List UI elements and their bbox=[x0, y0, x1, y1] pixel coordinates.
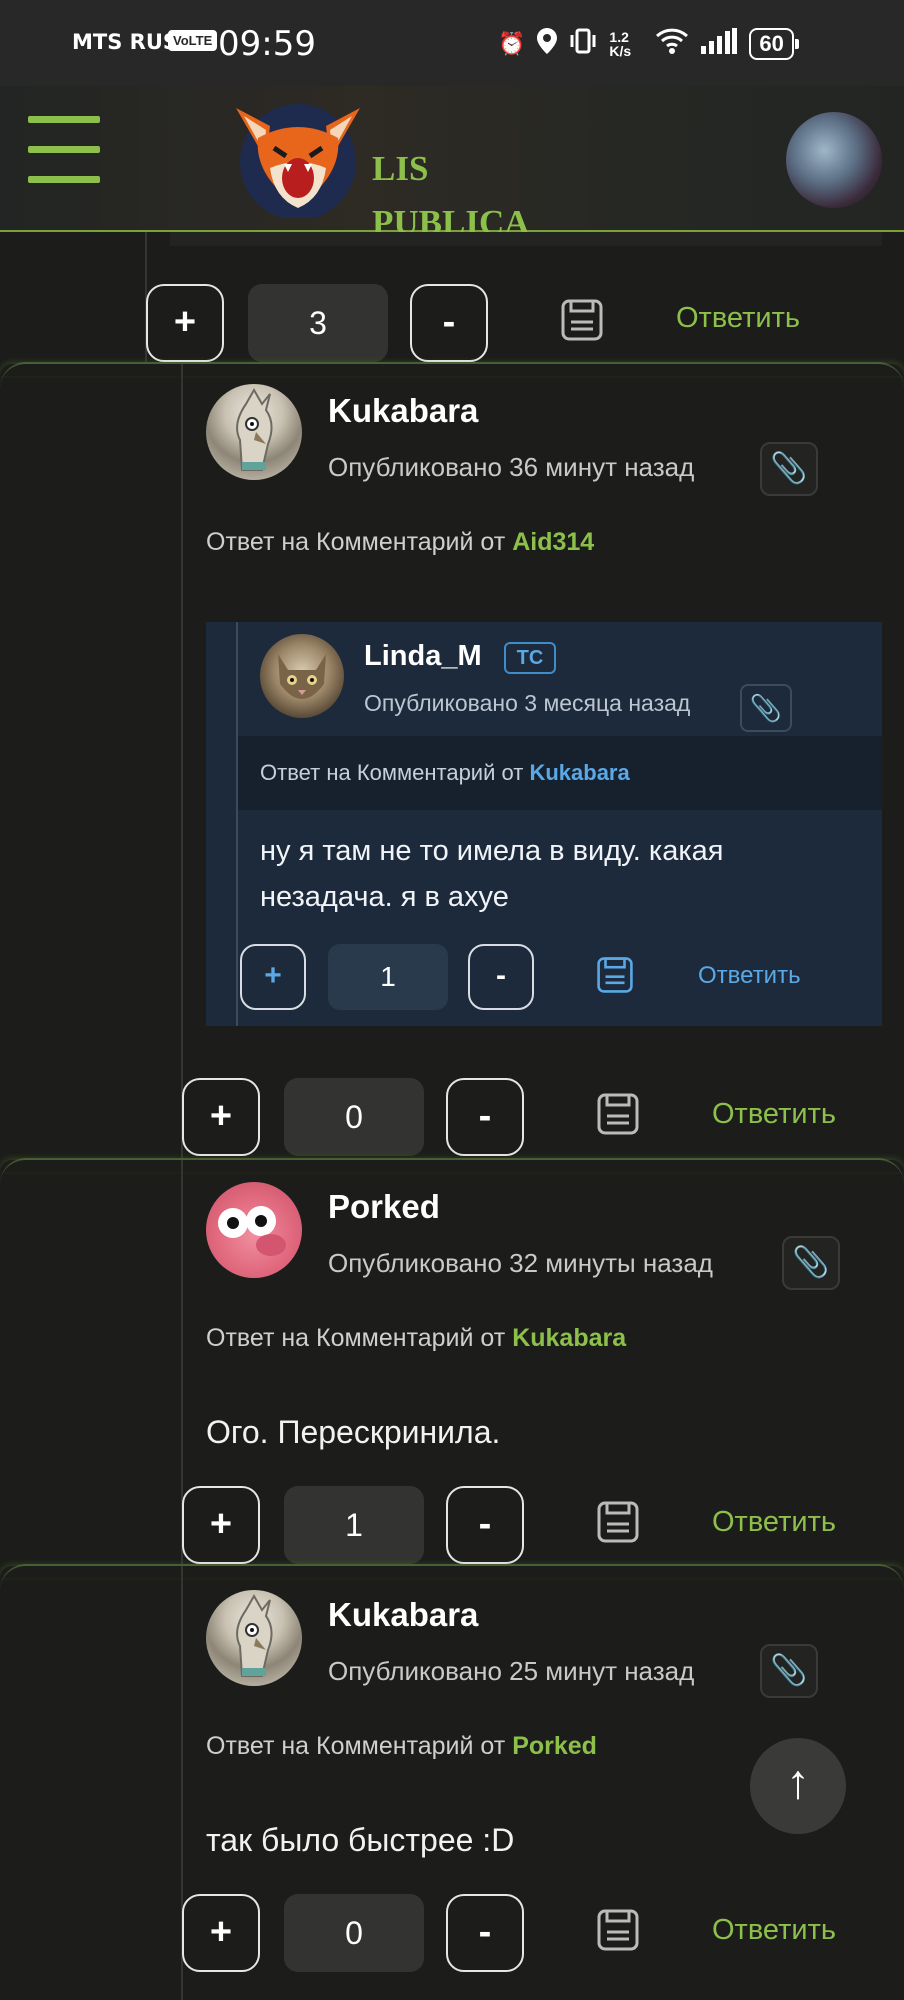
reply-to-line: Ответ на Комментарий от Kukabara bbox=[238, 736, 882, 810]
wifi-icon bbox=[655, 28, 689, 60]
save-icon[interactable] bbox=[596, 1908, 640, 1952]
reply-to-line: Ответ на Комментарий от Porked bbox=[206, 1732, 597, 1760]
upvote-button[interactable]: + bbox=[182, 1486, 260, 1564]
clock: 09:59 bbox=[218, 24, 316, 64]
save-icon[interactable] bbox=[596, 1500, 640, 1544]
reply-to-user-link[interactable]: Porked bbox=[512, 1732, 597, 1760]
avatar[interactable] bbox=[206, 1590, 302, 1686]
prev-comment-tail bbox=[170, 232, 882, 246]
location-icon bbox=[537, 28, 558, 60]
downvote-button[interactable]: - bbox=[410, 284, 488, 362]
downvote-button[interactable]: - bbox=[468, 944, 534, 1010]
paperclip-icon[interactable]: 📎 bbox=[760, 442, 818, 496]
vibrate-icon bbox=[569, 27, 597, 61]
save-icon[interactable] bbox=[560, 298, 604, 342]
battery-indicator: 60 bbox=[749, 28, 800, 60]
status-icons: ⏰ 1.2 K/s 60 bbox=[498, 24, 800, 64]
comment-author[interactable]: Kukabara bbox=[328, 392, 478, 430]
score-value: 1 bbox=[328, 944, 448, 1010]
score-value: 3 bbox=[248, 284, 388, 362]
paperclip-icon[interactable]: 📎 bbox=[740, 684, 792, 732]
comment-author[interactable]: Kukabara bbox=[328, 1596, 478, 1634]
upvote-button[interactable]: + bbox=[182, 1894, 260, 1972]
scroll-to-top-button[interactable]: ↑ bbox=[750, 1738, 846, 1834]
comment-timestamp: Опубликовано 3 месяца назад bbox=[364, 690, 691, 716]
author-badge: TC bbox=[504, 642, 556, 674]
comment-author[interactable]: Linda_M bbox=[364, 640, 482, 673]
upvote-button[interactable]: + bbox=[146, 284, 224, 362]
reply-to-line: Ответ на Комментарий от Aid314 bbox=[206, 528, 595, 556]
paperclip-icon[interactable]: 📎 bbox=[760, 1644, 818, 1698]
reply-to-line: Ответ на Комментарий от Kukabara bbox=[206, 1324, 627, 1352]
comment-body: Ого. Перескринила. bbox=[206, 1414, 501, 1450]
avatar[interactable] bbox=[260, 634, 344, 718]
upvote-button[interactable]: + bbox=[182, 1078, 260, 1156]
app-header: LIS PUBLICA bbox=[0, 86, 904, 242]
score-value: 0 bbox=[284, 1078, 424, 1156]
fox-logo-icon[interactable] bbox=[226, 98, 370, 220]
comment-body: так было быстрее :D bbox=[206, 1822, 515, 1858]
score-value: 1 bbox=[284, 1486, 424, 1564]
reply-to-user-link[interactable]: Kukabara bbox=[529, 760, 629, 785]
quoted-comment: Linda_M TC Опубликовано 3 месяца назад 📎… bbox=[206, 622, 882, 1026]
reply-button[interactable]: Ответить bbox=[698, 962, 801, 990]
volte-icon: VoLTE bbox=[168, 30, 218, 51]
paperclip-icon[interactable]: 📎 bbox=[782, 1236, 840, 1290]
signal-icon bbox=[701, 28, 738, 60]
reply-to-user-link[interactable]: Kukabara bbox=[512, 1324, 626, 1352]
downvote-button[interactable]: - bbox=[446, 1078, 524, 1156]
reply-button[interactable]: Ответить bbox=[712, 1506, 836, 1539]
comment-author[interactable]: Porked bbox=[328, 1188, 440, 1226]
user-avatar[interactable] bbox=[786, 112, 882, 208]
upvote-button[interactable]: + bbox=[240, 944, 306, 1010]
reply-button[interactable]: Ответить bbox=[712, 1914, 836, 1947]
comment-timestamp: Опубликовано 25 минут назад bbox=[328, 1656, 695, 1686]
comment-body: ну я там не то имела в виду. какая незад… bbox=[260, 835, 724, 913]
reply-button[interactable]: Ответить bbox=[676, 302, 800, 335]
avatar[interactable] bbox=[206, 1182, 302, 1278]
save-icon[interactable] bbox=[596, 1092, 640, 1136]
score-value: 0 bbox=[284, 1894, 424, 1972]
network-speed: 1.2 K/s bbox=[609, 29, 632, 59]
avatar[interactable] bbox=[206, 384, 302, 480]
downvote-button[interactable]: - bbox=[446, 1486, 524, 1564]
save-icon[interactable] bbox=[596, 956, 634, 994]
comment-timestamp: Опубликовано 32 минуты назад bbox=[328, 1248, 713, 1278]
alarm-icon: ⏰ bbox=[498, 31, 526, 56]
menu-icon[interactable] bbox=[28, 116, 100, 186]
downvote-button[interactable]: - bbox=[446, 1894, 524, 1972]
carrier-label: MTS RUS bbox=[72, 30, 179, 54]
reply-to-user-link[interactable]: Aid314 bbox=[512, 528, 594, 556]
status-bar: MTS RUS VoLTE 09:59 ⏰ 1.2 K/s 60 bbox=[0, 0, 904, 86]
reply-button[interactable]: Ответить bbox=[712, 1098, 836, 1131]
comment-timestamp: Опубликовано 36 минут назад bbox=[328, 452, 695, 482]
